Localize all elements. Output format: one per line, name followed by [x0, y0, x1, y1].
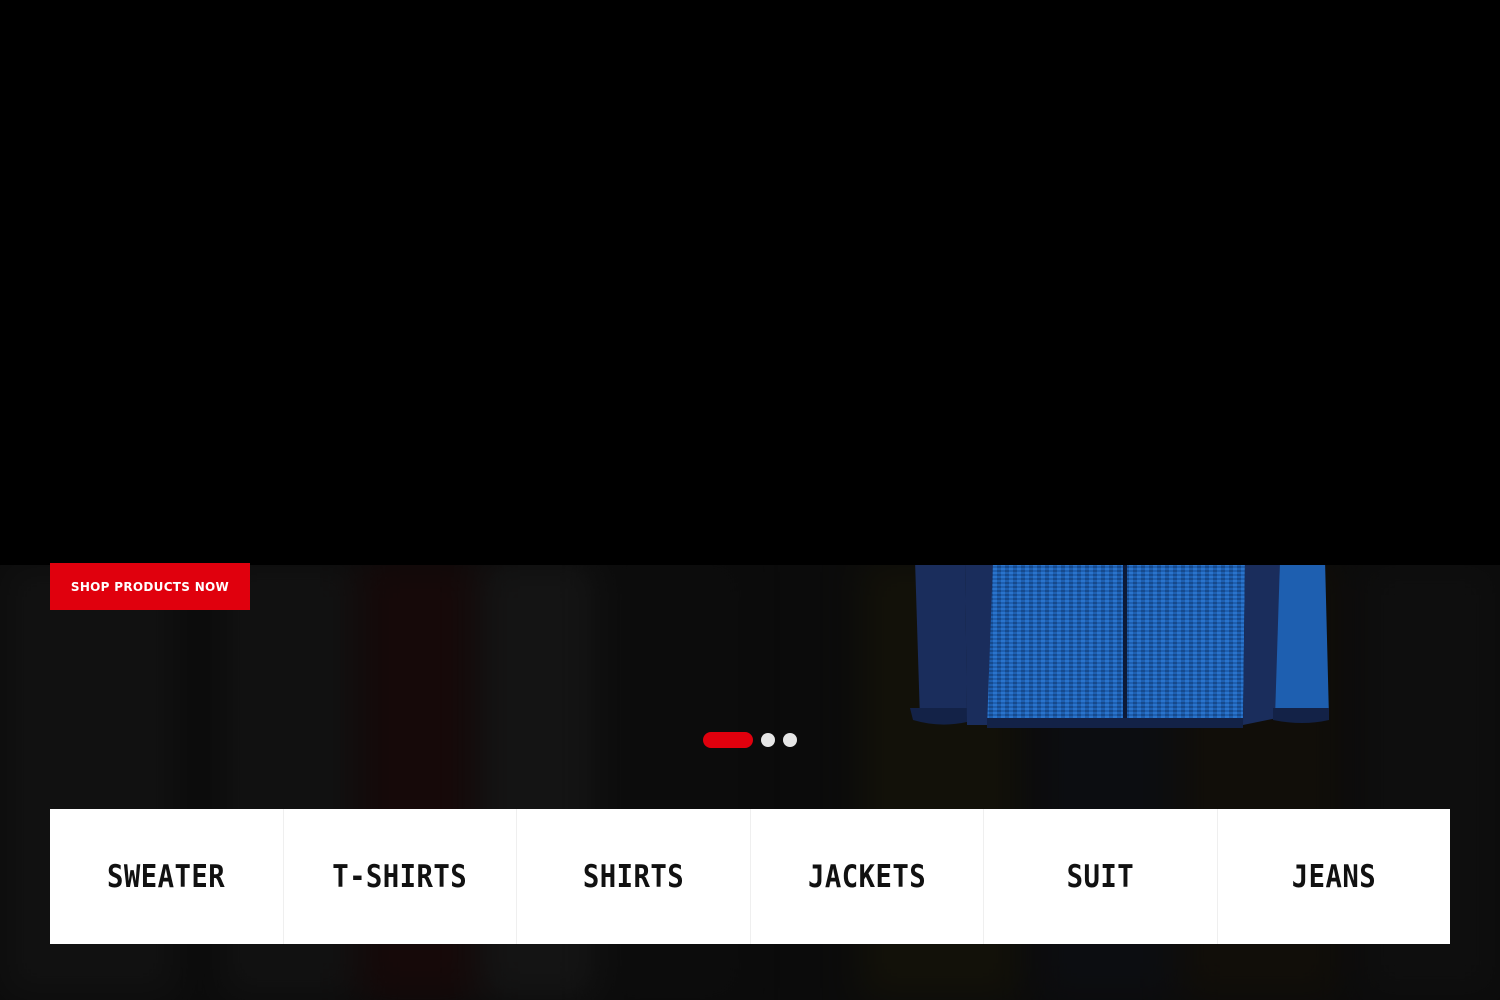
slider-pagination: [703, 732, 797, 748]
category-jeans[interactable]: JEANS: [1218, 809, 1451, 944]
category-suit[interactable]: SUIT: [984, 809, 1218, 944]
category-shirts[interactable]: SHIRTS: [517, 809, 751, 944]
category-label: JEANS: [1291, 858, 1376, 895]
slider-dot-1[interactable]: [703, 732, 753, 748]
shop-products-button[interactable]: SHOP PRODUCTS NOW: [50, 563, 250, 610]
category-jackets[interactable]: JACKETS: [751, 809, 984, 944]
category-t-shirts[interactable]: T-SHIRTS: [284, 809, 517, 944]
category-label: T-SHIRTS: [332, 858, 468, 895]
category-bar: SWEATER T-SHIRTS SHIRTS JACKETS SUIT JEA…: [50, 809, 1450, 944]
top-blackout-area: [0, 0, 1500, 565]
category-label: JACKETS: [807, 858, 926, 895]
category-label: SUIT: [1066, 858, 1134, 895]
category-label: SWEATER: [107, 858, 226, 895]
category-sweater[interactable]: SWEATER: [50, 809, 284, 944]
category-label: SHIRTS: [582, 858, 684, 895]
slider-dot-2[interactable]: [761, 733, 775, 747]
jacket-product-image: [910, 560, 1329, 728]
slider-dot-3[interactable]: [783, 733, 797, 747]
